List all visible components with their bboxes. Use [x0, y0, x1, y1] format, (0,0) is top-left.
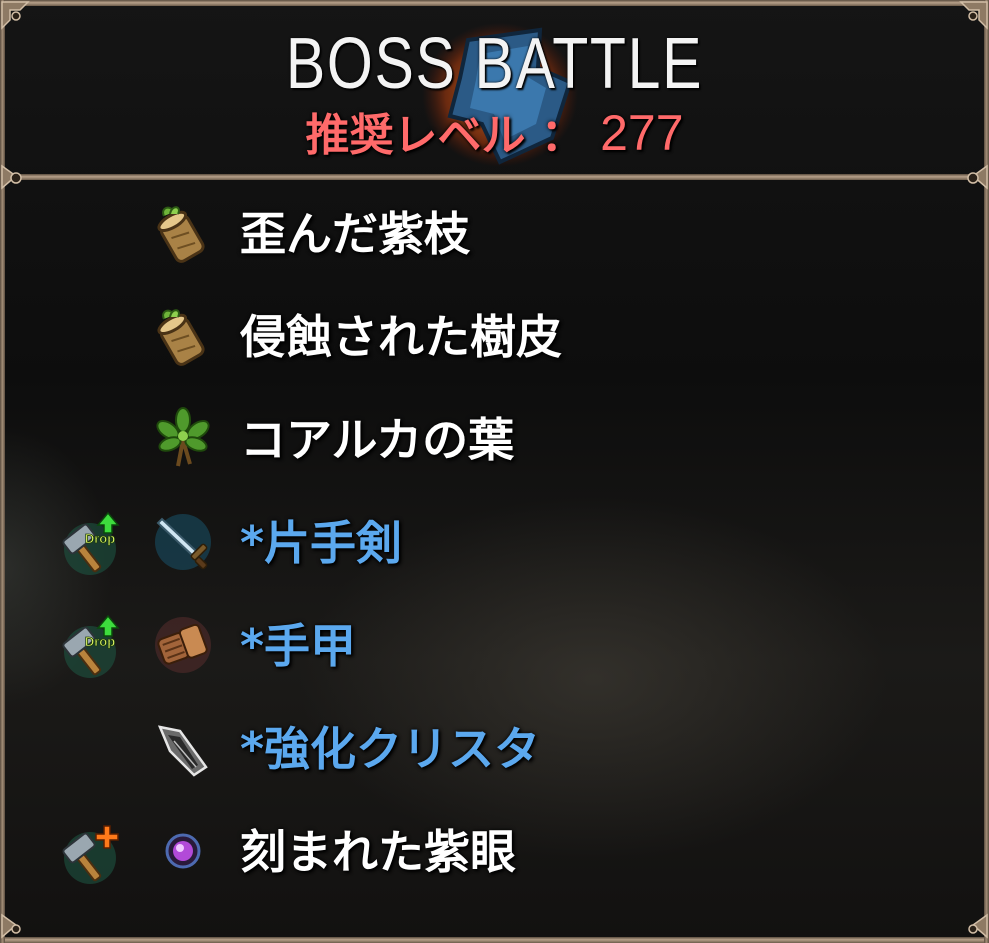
corner-ornament-icon	[968, 913, 988, 939]
recommended-level-value: 277	[600, 105, 684, 161]
drop-badge-label: Drop	[85, 634, 115, 649]
boss-header: BOSS BATTLE 推奨レベル ： 277	[0, 0, 989, 175]
crystal-shard-icon	[157, 725, 208, 777]
hammer-drop-up-icon: Drop	[62, 614, 120, 678]
wood-log-sprout-icon	[157, 309, 205, 366]
recommended-level-label: 推奨レベル	[305, 110, 526, 161]
drop-badge-label: Drop	[85, 531, 115, 546]
item-name: *手甲	[240, 619, 357, 673]
list-item[interactable]: 刻まれた紫眼	[0, 800, 989, 900]
item-name: コアルカの葉	[240, 413, 515, 467]
list-item[interactable]: コアルカの葉	[0, 388, 989, 488]
sword-icon	[155, 514, 211, 570]
hammer-plus-icon	[62, 825, 119, 884]
wood-log-sprout-icon	[157, 206, 205, 263]
level-separator: ：	[540, 110, 585, 161]
item-name: 歪んだ紫枝	[240, 207, 470, 261]
item-name: *片手剣	[240, 516, 403, 570]
list-item[interactable]: Drop *手甲	[0, 594, 989, 694]
recommended-level: 推奨レベル ： 277	[0, 108, 989, 158]
list-item[interactable]: 侵蝕された樹皮	[0, 285, 989, 385]
hammer-drop-up-icon: Drop	[62, 511, 120, 575]
boss-battle-screen: BOSS BATTLE 推奨レベル ： 277 歪んだ紫枝 侵蝕された樹皮 コア…	[0, 0, 989, 943]
gauntlet-icon	[155, 617, 211, 673]
item-name: 刻まれた紫眼	[240, 825, 516, 879]
corner-ornament-icon	[1, 913, 21, 939]
purple-orb-icon	[165, 833, 201, 869]
list-item[interactable]: 歪んだ紫枝	[0, 182, 989, 282]
item-name: 侵蝕された樹皮	[240, 310, 562, 364]
page-title: BOSS BATTLE	[285, 24, 704, 104]
leaf-plant-icon	[156, 407, 210, 467]
list-item[interactable]: Drop *片手剣	[0, 491, 989, 591]
item-name: *強化クリスタ	[240, 722, 541, 776]
list-item[interactable]: *強化クリスタ	[0, 697, 989, 797]
bottom-frame-border	[0, 937, 989, 943]
